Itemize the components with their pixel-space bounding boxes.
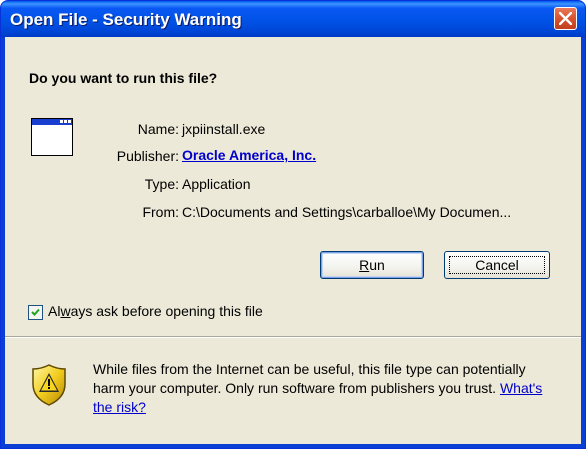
shield-warning-icon: [32, 364, 66, 406]
from-value: C:\Documents and Settings\carballoe\My D…: [182, 204, 512, 220]
focus-rectangle: [449, 256, 545, 274]
dialog-body: Do you want to run this file? Name: jxpi…: [5, 37, 581, 444]
title-bar[interactable]: Open File - Security Warning: [1, 1, 585, 37]
window-title: Open File - Security Warning: [10, 10, 242, 29]
type-value: Application: [182, 176, 251, 192]
run-label: un: [369, 257, 385, 273]
publisher-label: Publisher:: [116, 148, 179, 164]
close-button[interactable]: [554, 7, 577, 30]
name-label: Name:: [137, 121, 179, 137]
security-warning-dialog: Open File - Security Warning Do you want…: [0, 0, 586, 449]
publisher-link[interactable]: Oracle America, Inc.: [182, 147, 316, 163]
run-button[interactable]: Run: [320, 251, 424, 279]
always-ask-label: Always ask before opening this file: [48, 303, 263, 319]
close-icon: [559, 12, 572, 25]
always-ask-checkbox[interactable]: [28, 305, 43, 320]
name-value: jxpiinstall.exe: [182, 121, 266, 137]
type-label: Type:: [144, 176, 179, 192]
warning-message: While files from the Internet can be use…: [93, 361, 543, 415]
run-mnemonic: R: [359, 257, 370, 273]
separator-highlight: [5, 337, 581, 338]
cancel-button[interactable]: Cancel: [444, 251, 550, 279]
checkmark-icon: [31, 308, 40, 316]
prompt-heading: Do you want to run this file?: [29, 70, 218, 86]
from-label: From:: [142, 204, 179, 220]
